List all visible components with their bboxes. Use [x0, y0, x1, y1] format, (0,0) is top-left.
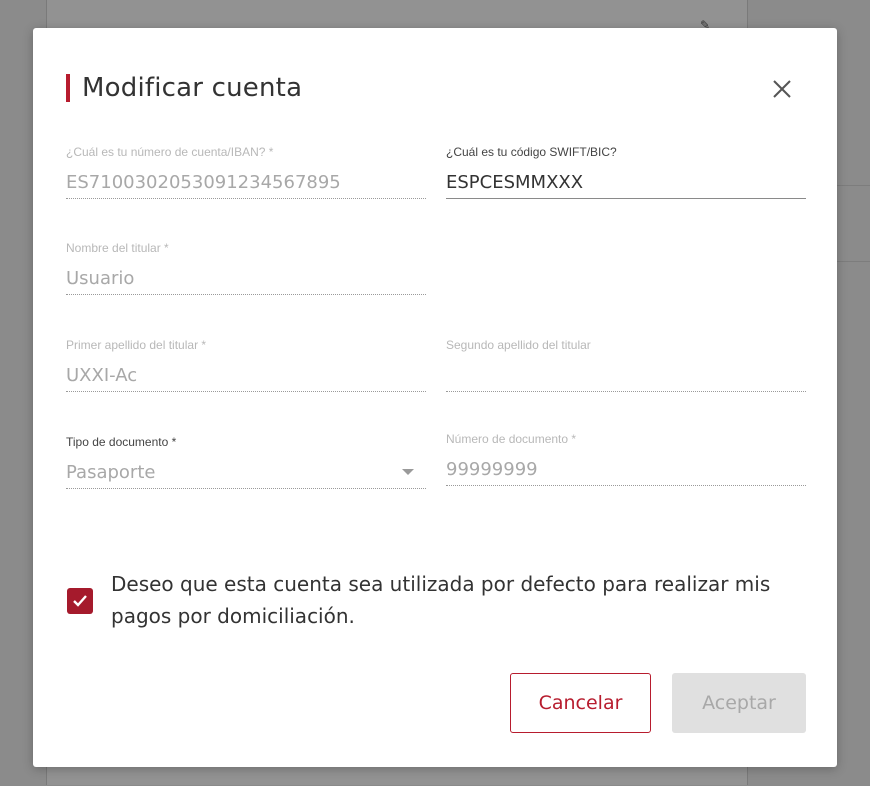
accept-button[interactable]: Aceptar: [672, 673, 806, 733]
dialog-title: Modificar cuenta: [82, 73, 303, 103]
iban-field[interactable]: ¿Cuál es tu número de cuenta/IBAN? * ES7…: [66, 145, 426, 199]
first-surname-input[interactable]: UXXI-Ac: [66, 363, 426, 392]
close-button[interactable]: [769, 76, 795, 102]
default-account-checkbox[interactable]: [67, 588, 93, 614]
swift-label: ¿Cuál es tu código SWIFT/BIC?: [446, 145, 617, 159]
iban-input[interactable]: ES7100302053091234567895: [66, 170, 426, 199]
holder-name-input[interactable]: Usuario: [66, 266, 426, 295]
swift-field[interactable]: ¿Cuál es tu código SWIFT/BIC? ESPCESMMXX…: [446, 145, 806, 199]
modify-account-dialog: Modificar cuenta ¿Cuál es tu número de c…: [33, 28, 837, 767]
document-type-select[interactable]: Tipo de documento * Pasaporte: [66, 435, 426, 489]
swift-input[interactable]: ESPCESMMXXX: [446, 170, 806, 199]
holder-name-label: Nombre del titular *: [66, 241, 169, 255]
close-icon: [773, 80, 791, 98]
dialog-header: Modificar cuenta: [66, 72, 302, 104]
document-type-value[interactable]: Pasaporte: [66, 460, 426, 489]
first-surname-label: Primer apellido del titular *: [66, 338, 207, 352]
first-surname-field[interactable]: Primer apellido del titular * UXXI-Ac: [66, 338, 426, 392]
cancel-button[interactable]: Cancelar: [510, 673, 651, 733]
default-account-label: Deseo que esta cuenta sea utilizada por …: [111, 572, 771, 628]
title-accent-bar: [66, 74, 70, 102]
second-surname-input[interactable]: [446, 363, 806, 392]
iban-label: ¿Cuál es tu número de cuenta/IBAN? *: [66, 145, 274, 159]
document-number-input[interactable]: 99999999: [446, 457, 806, 486]
chevron-down-icon[interactable]: [402, 469, 414, 475]
document-number-field[interactable]: Número de documento * 99999999: [446, 432, 806, 486]
second-surname-label: Segundo apellido del titular: [446, 338, 591, 352]
document-type-label: Tipo de documento *: [66, 435, 177, 449]
second-surname-field[interactable]: Segundo apellido del titular: [446, 338, 806, 392]
holder-name-field[interactable]: Nombre del titular * Usuario: [66, 241, 426, 295]
check-icon: [73, 595, 87, 607]
document-number-label: Número de documento *: [446, 432, 577, 446]
